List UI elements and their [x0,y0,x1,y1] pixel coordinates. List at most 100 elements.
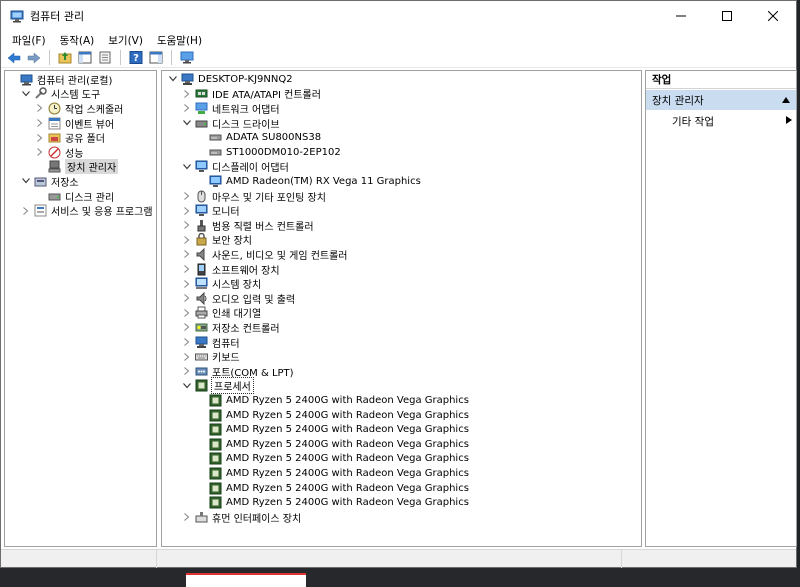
chevron-down-icon[interactable] [182,162,192,172]
device-tree-item-row[interactable]: AMD Ryzen 5 2400G with Radeon Vega Graph… [196,422,469,437]
mouse-icon [195,190,208,203]
device-tree-item-row[interactable]: 저장소 컨트롤러 [182,320,280,335]
device-tree-item-row[interactable]: 시스템 장치 [182,276,261,291]
console-tree-item-row[interactable]: 디스크 관리 [35,189,114,204]
display-icon [195,160,208,173]
device-tree-item-row[interactable]: 네트워크 어댑터 [182,101,280,116]
device-tree-item-row[interactable]: ST1000DM010-2EP102 [196,145,341,160]
device-tree-item-row[interactable]: 오디오 입력 및 출력 [182,291,295,306]
console-tree-item-row[interactable]: 저장소 [21,174,79,189]
device-tree-item-row[interactable]: 프로세서 [182,377,254,395]
chevron-right-icon[interactable] [182,337,192,347]
chevron-right-icon[interactable] [182,220,192,230]
up-folder-icon[interactable] [56,49,74,67]
console-tree-item-label: 서비스 및 응용 프로그램 [51,207,153,219]
device-tree-item-row[interactable]: 컴퓨터 [182,335,240,350]
chevron-down-icon[interactable] [21,176,31,186]
chevron-right-icon[interactable] [182,249,192,259]
device-tree-item-row[interactable]: ADATA SU800NS38 [196,130,321,145]
device-tree-item-row[interactable]: 모니터 [182,203,240,218]
device-tree-item-row[interactable]: 디스플레이 어댑터 [182,160,289,174]
title-bar[interactable]: 컴퓨터 관리 [1,1,796,31]
device-tree-item-row[interactable]: 마우스 및 기타 포인팅 장치 [182,189,326,204]
maximize-button[interactable] [704,1,750,31]
menu-file[interactable]: 파일(F) [5,33,53,48]
collapse-up-icon[interactable] [782,94,790,106]
chevron-right-icon[interactable] [182,512,192,522]
device-tree-item-row[interactable]: 키보드 [182,349,240,364]
chevron-right-icon[interactable] [182,264,192,274]
device-tree-item-row[interactable]: AMD Ryzen 5 2400G with Radeon Vega Graph… [196,466,469,481]
device-tree-item-row[interactable]: AMD Ryzen 5 2400G with Radeon Vega Graph… [196,408,469,423]
chevron-down-icon[interactable] [168,74,178,84]
properties-icon[interactable] [96,49,114,67]
chevron-right-icon[interactable] [182,206,192,216]
console-tree-item-row[interactable]: 시스템 도구 [21,87,100,101]
actions-section-device-manager[interactable]: 장치 관리자 [646,90,796,110]
actions-pane: 작업 장치 관리자 기타 작업 [645,70,797,547]
device-tree-item-row[interactable]: AMD Ryzen 5 2400G with Radeon Vega Graph… [196,495,469,510]
device-tree-item-row[interactable]: DESKTOP-KJ9NNQ2 [168,72,293,87]
device-tree-item-row[interactable]: AMD Radeon(TM) RX Vega 11 Graphics [196,174,421,189]
device-tree-item-row[interactable]: AMD Ryzen 5 2400G with Radeon Vega Graph… [196,481,469,496]
close-button[interactable] [750,1,796,31]
chevron-right-icon[interactable] [35,147,45,157]
device-tree-item-row[interactable]: 포트(COM & LPT) [182,364,294,379]
minimize-button[interactable] [658,1,704,31]
device-tree-item-row[interactable]: AMD Ryzen 5 2400G with Radeon Vega Graph… [196,393,469,408]
computer-management-window: 컴퓨터 관리 파일(F) 동작(A) 보기(V) 도움말(H) ? 컴퓨터 관리… [0,0,797,568]
chevron-right-icon[interactable] [182,366,192,376]
console-tree-item-row[interactable]: 성능 [35,145,83,160]
device-tree-item-row[interactable]: AMD Ryzen 5 2400G with Radeon Vega Graph… [196,437,469,452]
console-tree-item-label: 이벤트 뷰어 [65,119,115,131]
toolbar: ? [1,48,796,68]
software-device-icon [195,263,208,276]
scan-hardware-icon[interactable] [178,49,196,67]
chevron-right-icon[interactable] [21,206,31,216]
forward-icon[interactable] [25,49,43,67]
console-tree-item-row[interactable]: 공유 폴더 [35,130,105,145]
show-hide-tree-icon[interactable] [76,49,94,67]
action-pane-icon[interactable] [147,49,165,67]
chevron-right-icon[interactable] [182,279,192,289]
chevron-down-icon[interactable] [21,89,31,99]
console-tree-item-row[interactable]: 장치 관리자 [35,159,119,175]
device-tree-item-row[interactable]: 인쇄 대기열 [182,306,261,320]
menu-action[interactable]: 동작(A) [53,33,102,48]
device-tree-item-row[interactable]: AMD Ryzen 5 2400G with Radeon Vega Graph… [196,452,469,467]
chevron-right-icon[interactable] [182,103,192,113]
chevron-right-icon[interactable] [182,89,192,99]
console-tree-item-row[interactable]: 이벤트 뷰어 [35,116,114,131]
chevron-right-icon[interactable] [35,133,45,143]
menu-help[interactable]: 도움말(H) [150,33,209,48]
chevron-right-icon[interactable] [182,293,192,303]
device-tree-item-row[interactable]: 휴먼 인터페이스 장치 [182,510,301,525]
storage-controller-icon [195,321,208,334]
chevron-right-icon[interactable] [182,352,192,362]
actions-more-actions[interactable]: 기타 작업 [672,113,792,129]
chevron-right-icon[interactable] [182,322,192,332]
chevron-down-icon[interactable] [182,118,192,128]
device-tree-item-row[interactable]: IDE ATA/ATAPI 컨트롤러 [182,87,321,101]
controller-icon [195,87,208,100]
console-tree-item-row[interactable]: 컴퓨터 관리(로컬) [7,72,112,87]
device-tree-item-row[interactable]: 디스크 드라이브 [182,116,280,131]
console-tree-item-row[interactable]: 서비스 및 응용 프로그램 [21,203,153,218]
taskbar-item[interactable] [186,573,306,587]
back-icon[interactable] [5,49,23,67]
device-tree-item-row[interactable]: 사운드, 비디오 및 게임 컨트롤러 [182,247,348,262]
chevron-right-icon[interactable] [182,235,192,245]
chevron-right-icon[interactable] [182,191,192,201]
console-tree-item-row[interactable]: 작업 스케줄러 [35,101,123,116]
chevron-right-icon[interactable] [182,308,192,318]
device-tree-item-row[interactable]: 보안 장치 [182,233,252,247]
device-tree-item-row[interactable]: 범용 직렬 버스 컨트롤러 [182,218,314,233]
device-tree-item-row[interactable]: 소프트웨어 장치 [182,262,280,277]
menu-view[interactable]: 보기(V) [101,33,150,48]
chevron-right-icon[interactable] [35,118,45,128]
chevron-right-icon[interactable] [35,103,45,113]
chevron-down-icon[interactable] [182,381,192,391]
help-icon[interactable]: ? [127,49,145,67]
